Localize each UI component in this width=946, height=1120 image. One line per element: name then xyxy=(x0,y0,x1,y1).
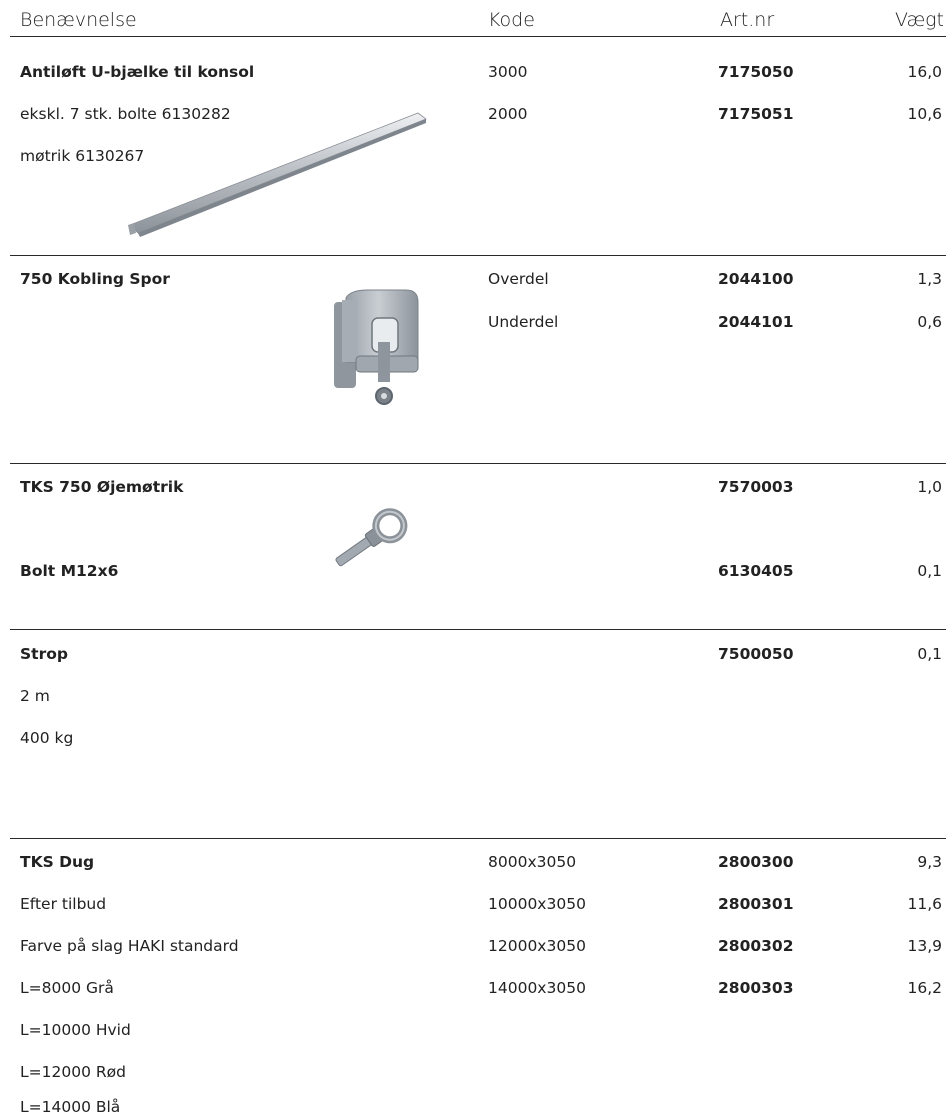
section-title: Antiløft U-bjælke til konsol xyxy=(20,63,255,81)
row-code: 8000x3050 xyxy=(488,853,577,871)
section-note: L=12000 Rød xyxy=(20,1063,126,1081)
column-header-code: Kode xyxy=(488,9,535,31)
row-weight: 0,1 xyxy=(917,562,942,580)
rail-coupling-image xyxy=(334,289,419,405)
section-note: 400 kg xyxy=(20,729,74,747)
row-code: 10000x3050 xyxy=(488,895,586,913)
u-beam-image xyxy=(128,112,427,237)
section-note: Farve på slag HAKI standard xyxy=(20,937,239,955)
row-weight: 0,6 xyxy=(917,313,942,331)
section-title: Bolt M12x6 xyxy=(20,562,119,580)
row-art-number: 7570003 xyxy=(718,478,794,496)
row-weight: 16,2 xyxy=(907,979,942,997)
section-divider xyxy=(10,463,946,464)
row-code: Underdel xyxy=(488,313,559,331)
section-title: TKS 750 Øjemøtrik xyxy=(20,478,184,496)
eye-nut-bolt-image xyxy=(335,508,408,567)
row-code: 12000x3050 xyxy=(488,937,586,955)
row-code: 2000 xyxy=(488,105,528,123)
column-header-name: Benævnelse xyxy=(20,9,137,31)
header-divider xyxy=(10,36,946,37)
row-weight: 16,0 xyxy=(907,63,942,81)
column-header-weight: Vægt xyxy=(894,9,944,31)
row-code: 3000 xyxy=(488,63,528,81)
section-title: Strop xyxy=(20,645,68,663)
row-art-number: 2044100 xyxy=(718,270,794,288)
row-weight: 10,6 xyxy=(907,105,942,123)
row-weight: 11,6 xyxy=(907,895,942,913)
row-weight: 9,3 xyxy=(917,853,942,871)
section-note: 2 m xyxy=(20,687,50,705)
section-divider xyxy=(10,838,946,839)
row-weight: 1,3 xyxy=(917,270,942,288)
row-art-number: 2044101 xyxy=(718,313,794,331)
row-art-number: 7500050 xyxy=(718,645,794,663)
row-code: 14000x3050 xyxy=(488,979,586,997)
section-divider xyxy=(10,629,946,630)
section-note: Efter tilbud xyxy=(20,895,107,913)
section-title: TKS Dug xyxy=(20,853,95,871)
row-code: Overdel xyxy=(488,270,549,288)
row-art-number: 2800303 xyxy=(718,979,794,997)
section-note: L=8000 Grå xyxy=(20,979,114,997)
row-art-number: 7175050 xyxy=(718,63,794,81)
row-art-number: 7175051 xyxy=(718,105,794,123)
row-weight: 1,0 xyxy=(917,478,942,496)
row-art-number: 2800300 xyxy=(718,853,794,871)
row-art-number: 6130405 xyxy=(718,562,794,580)
section-title: 750 Kobling Spor xyxy=(20,270,170,288)
row-weight: 13,9 xyxy=(907,937,942,955)
row-art-number: 2800302 xyxy=(718,937,794,955)
section-note: L=14000 Blå xyxy=(20,1098,121,1116)
column-header-art: Art.nr xyxy=(720,9,775,31)
row-weight: 0,1 xyxy=(917,645,942,663)
section-divider xyxy=(10,255,946,256)
row-art-number: 2800301 xyxy=(718,895,794,913)
section-note: L=10000 Hvid xyxy=(20,1021,131,1039)
